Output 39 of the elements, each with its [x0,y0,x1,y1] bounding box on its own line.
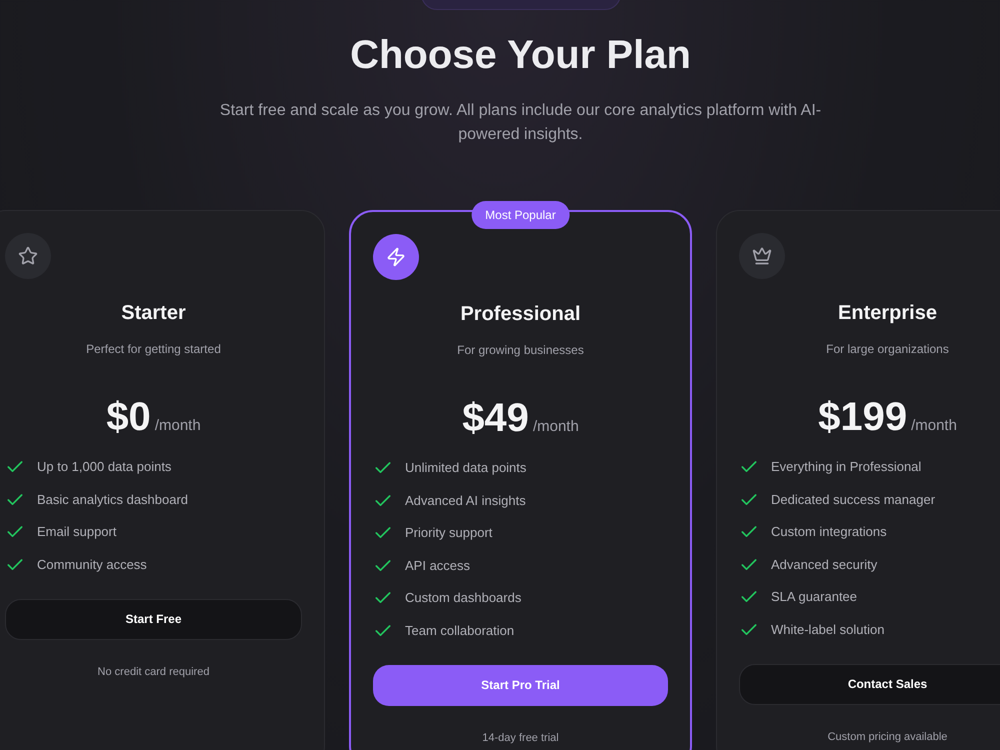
plan-button[interactable]: Contact Sales [739,664,1000,704]
plan-name: Enterprise [837,301,938,326]
lightning-icon [373,234,419,280]
feature-text: Custom dashboards [405,589,522,607]
plan-button[interactable]: Start Free [5,598,302,640]
plan-name: Starter [120,301,187,326]
price-period: /month [532,417,579,437]
feature-text: Team collaboration [405,622,514,640]
feature-text: API access [405,556,470,574]
feature-text: SLA guarantee [771,588,858,606]
plan-name: Professional [459,302,582,327]
plan-price: $0 [106,397,151,437]
plan-description: For large organizations [825,341,950,357]
popular-badge: Most Popular [471,201,570,229]
plan-description: For growing businesses [456,342,585,358]
plan-description: Perfect for getting started [85,341,222,357]
feature-text: Everything in Professional [771,458,922,476]
feature-text: Email support [37,523,116,541]
feature-text: Basic analytics dashboard [37,490,188,509]
crown-icon [739,233,785,279]
feature-text: Advanced AI insights [405,492,526,510]
plan-note: No credit card required [96,664,210,680]
price-period: /month [911,416,957,436]
feature-text: Priority support [405,524,492,542]
feature-text: White-label solution [771,620,884,638]
plan-note: 14-day free trial [481,730,560,746]
page-subtitle: Start free and scale as you grow. All plans include our core analytics platform with AI-powered insights. [218,101,822,145]
page-title: Choose Your Plan [350,32,691,79]
plan-price: $49 [462,398,529,438]
feature-text: Up to 1,000 data points [37,458,172,476]
price-period: /month [154,416,201,436]
feature-text: Community access [37,556,147,574]
feature-text: Dedicated success manager [771,490,936,509]
plan-price: $199 [818,397,908,437]
feature-text: Custom integrations [771,523,887,541]
plan-note: Custom pricing available [826,730,948,744]
plan-button[interactable]: Start Pro Trial [373,664,668,706]
feature-text: Unlimited data points [405,459,526,477]
feature-text: Advanced security [771,556,878,574]
